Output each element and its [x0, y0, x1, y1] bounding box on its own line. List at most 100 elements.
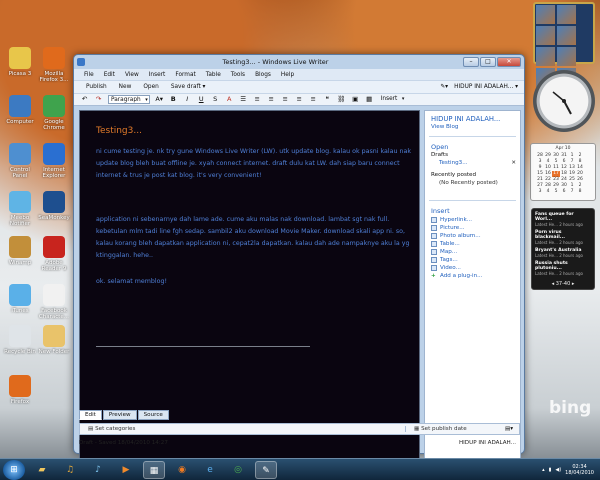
- tab-preview[interactable]: Preview: [102, 410, 137, 420]
- table-icon[interactable]: ▦: [365, 95, 374, 104]
- delete-draft-icon[interactable]: ✕: [511, 160, 516, 166]
- desktop-icon[interactable]: iTunes: [3, 284, 37, 314]
- open-button[interactable]: Open: [143, 84, 158, 90]
- insert-item[interactable]: + Add a plug-in...: [431, 273, 520, 279]
- chrome-taskbar-icon[interactable]: ◎: [227, 461, 249, 479]
- desktop-icon[interactable]: Picasa 3: [3, 47, 37, 77]
- align-left-icon[interactable]: ≡: [267, 95, 276, 104]
- insert-item[interactable]: Map...: [431, 249, 520, 255]
- post-paragraph-3[interactable]: ok. selamat memblog!: [96, 276, 414, 288]
- movie-maker-taskbar-icon[interactable]: ▦: [143, 460, 165, 479]
- publish-button[interactable]: Publish: [86, 84, 107, 90]
- insert-menu[interactable]: Insert: [379, 95, 406, 104]
- save-draft-button[interactable]: Save draft ▾: [171, 84, 206, 90]
- network-icon[interactable]: ▮: [549, 467, 552, 473]
- font-icon[interactable]: A▾: [155, 95, 164, 104]
- feed-headline[interactable]: Fans queue for Worl...: [535, 212, 591, 222]
- font-color-icon[interactable]: A: [225, 95, 234, 104]
- draft-item[interactable]: Testing3... ✕: [439, 160, 520, 166]
- picture-puzzle-gadget[interactable]: [533, 2, 595, 108]
- insert-item[interactable]: Video...: [431, 265, 520, 271]
- media-player-taskbar-icon[interactable]: ▶: [115, 461, 137, 479]
- show-hidden-icons-icon[interactable]: ▴: [542, 467, 545, 473]
- winamp-taskbar-icon[interactable]: ♫: [59, 461, 81, 479]
- align-center-icon[interactable]: ≡: [281, 95, 290, 104]
- ie-taskbar-icon[interactable]: e: [199, 461, 221, 479]
- desktop-icon[interactable]: Firefox: [3, 375, 37, 405]
- feed-nav[interactable]: ◂ 37-40 ▸: [532, 281, 594, 287]
- numbering-icon[interactable]: ≡: [253, 95, 262, 104]
- desktop-icon[interactable]: Meebo Notifier: [3, 191, 37, 227]
- set-publish-date-field[interactable]: ▦ Set publish date: [405, 426, 505, 432]
- link-icon[interactable]: ⛓: [337, 95, 346, 104]
- close-button[interactable]: ✕: [497, 57, 521, 67]
- desktop-icon[interactable]: Mozilla Firefox 3...: [37, 47, 71, 83]
- bullets-icon[interactable]: ☰: [239, 95, 248, 104]
- desktop-icon[interactable]: Facebook Characte...: [37, 284, 71, 320]
- insert-item[interactable]: Photo album...: [431, 233, 520, 239]
- post-paragraph-1[interactable]: ni cume testing je. nk try gune Windows …: [96, 146, 414, 182]
- calendar-day[interactable]: 5: [552, 189, 560, 195]
- insert-item[interactable]: Hyperlink...: [431, 217, 520, 223]
- clock-gadget[interactable]: [533, 70, 595, 132]
- desktop-icon[interactable]: New Folder: [37, 325, 71, 355]
- underline-button[interactable]: U: [197, 95, 206, 104]
- desktop-icon[interactable]: Winamp: [3, 236, 37, 266]
- menu-blogs[interactable]: Blogs: [255, 72, 271, 78]
- maximize-button[interactable]: □: [480, 57, 496, 67]
- desktop-icon[interactable]: SeaMonkey: [37, 191, 71, 221]
- desktop-icon[interactable]: Internet Explorer: [37, 143, 71, 179]
- volume-icon[interactable]: ◀): [555, 467, 561, 473]
- justify-icon[interactable]: ≡: [309, 95, 318, 104]
- view-blog-link[interactable]: View Blog: [431, 124, 520, 130]
- start-button[interactable]: ⊞: [3, 459, 25, 480]
- bold-button[interactable]: B: [169, 95, 178, 104]
- writer-taskbar-icon[interactable]: ✎: [255, 460, 277, 479]
- align-right-icon[interactable]: ≡: [295, 95, 304, 104]
- firefox-taskbar-icon[interactable]: ◉: [171, 461, 193, 479]
- calendar-day[interactable]: 8: [576, 189, 584, 195]
- calendar-day[interactable]: 3: [536, 189, 544, 195]
- menu-view[interactable]: View: [125, 72, 139, 78]
- insert-item[interactable]: Table...: [431, 241, 520, 247]
- tab-edit[interactable]: Edit: [79, 410, 102, 420]
- paragraph-style-select[interactable]: Paragraph: [108, 95, 150, 104]
- blockquote-icon[interactable]: ❝: [323, 95, 332, 104]
- desktop-icon[interactable]: Recycle Bin: [3, 325, 37, 355]
- menu-insert[interactable]: Insert: [149, 72, 166, 78]
- pen-icon[interactable]: ✎▾: [440, 84, 448, 90]
- set-categories-field[interactable]: ▤ Set categories: [80, 426, 405, 432]
- calendar-gadget[interactable]: Apr 10 28 29 30 31 1 2 3 4 5 6 7 8 9 10 11 12 13 14 15 16 17…: [530, 143, 596, 201]
- picture-icon[interactable]: ▣: [351, 95, 360, 104]
- feed-headline[interactable]: Porn virus blackmail...: [535, 230, 591, 240]
- explorer-taskbar-icon[interactable]: ▰: [31, 461, 53, 479]
- calendar-day[interactable]: 4: [544, 189, 552, 195]
- title-bar[interactable]: Testing3... - Windows Live Writer – □ ✕: [74, 55, 524, 69]
- insert-item[interactable]: Picture...: [431, 225, 520, 231]
- menu-file[interactable]: File: [84, 72, 94, 78]
- calendar-day[interactable]: 6: [560, 189, 568, 195]
- strikethrough-icon[interactable]: S: [211, 95, 220, 104]
- itunes-taskbar-icon[interactable]: ♪: [87, 461, 109, 479]
- new-button[interactable]: New: [119, 84, 132, 90]
- desktop-icon[interactable]: Adobe Reader 9: [37, 236, 71, 272]
- post-title[interactable]: Testing3...: [96, 126, 142, 136]
- calendar-day[interactable]: 7: [568, 189, 576, 195]
- minimize-button[interactable]: –: [463, 57, 479, 67]
- menu-help[interactable]: Help: [281, 72, 294, 78]
- desktop-icon[interactable]: Computer: [3, 95, 37, 125]
- menu-tools[interactable]: Tools: [231, 72, 245, 78]
- italic-button[interactable]: I: [183, 95, 192, 104]
- menu-format[interactable]: Format: [175, 72, 195, 78]
- tab-source[interactable]: Source: [137, 410, 169, 420]
- redo-icon[interactable]: ↷: [94, 95, 103, 104]
- desktop-icon[interactable]: Control Panel: [3, 143, 37, 179]
- blog-selector[interactable]: HIDUP INI ADALAH... ▾: [454, 84, 518, 90]
- expand-properties-icon[interactable]: ▤▾: [505, 426, 519, 432]
- feed-headline[interactable]: Russia shuts plutoniu...: [535, 261, 591, 271]
- taskbar-clock[interactable]: 02:34 18/04/2010: [565, 464, 594, 476]
- menu-edit[interactable]: Edit: [104, 72, 115, 78]
- post-paragraph-2[interactable]: application ni sebenarnye dah lame ade. …: [96, 214, 414, 262]
- menu-table[interactable]: Table: [206, 72, 221, 78]
- desktop-icon[interactable]: Google Chrome: [37, 95, 71, 131]
